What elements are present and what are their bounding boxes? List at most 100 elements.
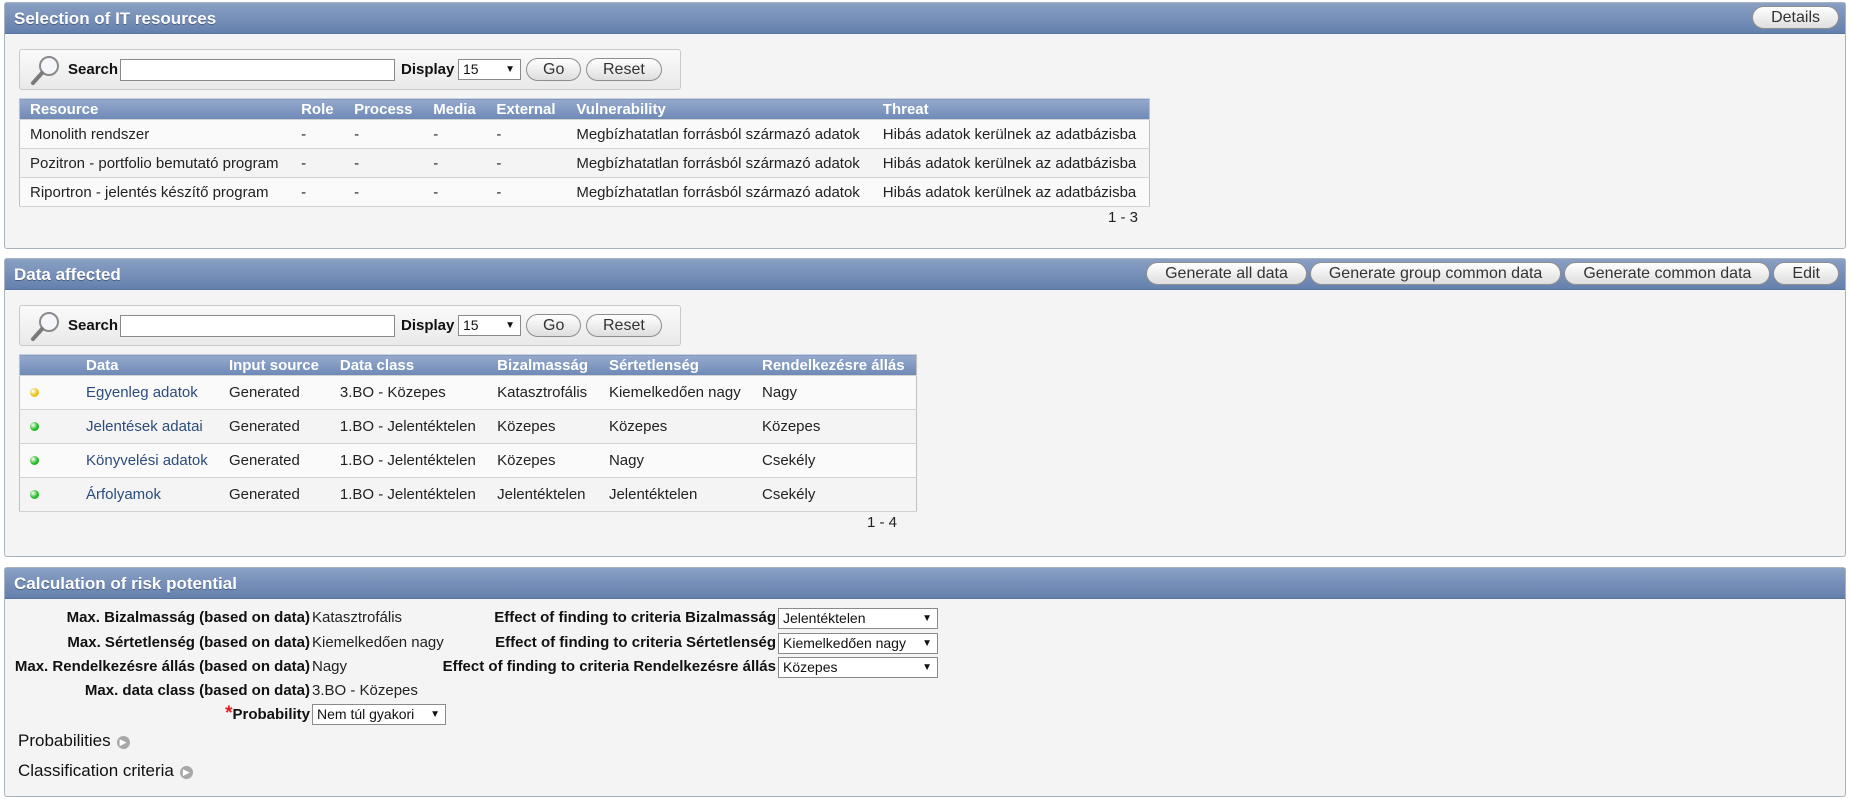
status-cell bbox=[19, 409, 76, 444]
status-dot-icon bbox=[30, 456, 39, 465]
cell-input-source: Generated bbox=[218, 409, 330, 444]
resources-header-buttons: Details bbox=[1752, 6, 1839, 29]
cell-process: - bbox=[344, 148, 424, 178]
probability-row: *Probability bbox=[225, 703, 310, 725]
col-data[interactable]: Data bbox=[76, 354, 219, 376]
cell-sertetlenseg: Közepes bbox=[598, 409, 752, 444]
data-table: Data Input source Data class Bizalmasság… bbox=[19, 354, 917, 512]
details-button[interactable]: Details bbox=[1752, 6, 1839, 29]
effect-sertetlenseg-select[interactable]: Kiemelkedően nagy ▼ bbox=[778, 633, 938, 654]
status-cell bbox=[19, 477, 76, 512]
generate-all-data-button[interactable]: Generate all data bbox=[1146, 262, 1307, 285]
chevron-down-icon: ▼ bbox=[505, 320, 515, 331]
effect-sertetlenseg-row: Effect of finding to criteria Sértetlens… bbox=[495, 634, 776, 651]
data-reset-button[interactable]: Reset bbox=[586, 314, 662, 337]
effect-rendelkezesre-row: Effect of finding to criteria Rendelkezé… bbox=[443, 658, 776, 675]
chevron-down-icon: ▼ bbox=[922, 662, 932, 673]
max-rendelkezesre-value: Nagy bbox=[312, 658, 348, 675]
cell-threat: Hibás adatok kerülnek az adatbázisba bbox=[872, 148, 1150, 178]
chevron-down-icon: ▼ bbox=[922, 638, 932, 649]
cell-input-source: Generated bbox=[218, 477, 330, 512]
max-dataclass-row: Max. data class (based on data) bbox=[85, 682, 310, 699]
cell-bizalmassag: Katasztrofális bbox=[487, 375, 599, 410]
data-link[interactable]: Egyenleg adatok bbox=[86, 384, 198, 401]
data-display-select[interactable]: 15 ▼ bbox=[458, 315, 521, 336]
col-rendelkezesre[interactable]: Rendelkezésre állás bbox=[751, 354, 917, 376]
data-go-button[interactable]: Go bbox=[526, 314, 582, 337]
col-external[interactable]: External bbox=[486, 98, 567, 120]
chevron-right-icon: ▶ bbox=[116, 736, 130, 749]
cell-resource: Monolith rendszer bbox=[19, 119, 292, 149]
max-bizalmassag-row: Max. Bizalmasság (based on data) bbox=[67, 609, 310, 626]
effect-rendelkezesre-value: Közepes bbox=[783, 659, 838, 675]
col-threat[interactable]: Threat bbox=[872, 98, 1150, 120]
probability-label: Probability bbox=[232, 706, 310, 723]
cell-external: - bbox=[486, 119, 567, 149]
status-cell bbox=[19, 443, 76, 478]
resources-region: Selection of IT resources Details Search… bbox=[4, 2, 1846, 249]
probability-value: Nem túl gyakori bbox=[317, 706, 415, 722]
effect-bizalmassag-select[interactable]: Jelentéktelen ▼ bbox=[778, 608, 938, 629]
resources-display-select[interactable]: 15 ▼ bbox=[458, 59, 521, 80]
col-vulnerability[interactable]: Vulnerability bbox=[566, 98, 873, 120]
cell-external: - bbox=[486, 177, 567, 207]
cell-resource: Pozitron - portfolio bemutató program bbox=[19, 148, 292, 178]
probabilities-toggle[interactable]: Probabilities ▶ bbox=[18, 731, 130, 751]
cell-rendelkezesre: Nagy bbox=[751, 375, 917, 410]
chevron-right-icon: ▶ bbox=[179, 766, 193, 779]
cell-threat: Hibás adatok kerülnek az adatbázisba bbox=[872, 177, 1150, 207]
generate-group-common-data-button[interactable]: Generate group common data bbox=[1309, 262, 1562, 285]
resources-region-header: Selection of IT resources Details bbox=[5, 3, 1845, 34]
cell-input-source: Generated bbox=[218, 443, 330, 478]
resources-search-label: Search bbox=[68, 61, 119, 78]
effect-bizalmassag-row: Effect of finding to criteria Bizalmassá… bbox=[494, 609, 776, 626]
effect-rendelkezesre-select[interactable]: Közepes ▼ bbox=[778, 657, 938, 678]
col-data-class[interactable]: Data class bbox=[329, 354, 488, 376]
magnifier-icon bbox=[31, 312, 59, 341]
resources-search-input[interactable] bbox=[120, 59, 395, 81]
resources-reset-button[interactable]: Reset bbox=[586, 58, 662, 81]
table-row: Riportron - jelentés készítő program - -… bbox=[19, 177, 1150, 207]
table-row: Árfolyamok Generated 1.BO - Jelentéktele… bbox=[19, 477, 917, 512]
col-input-source[interactable]: Input source bbox=[218, 354, 330, 376]
status-dot-icon bbox=[30, 388, 39, 397]
resources-region-title: Selection of IT resources bbox=[14, 9, 217, 28]
classification-criteria-toggle[interactable]: Classification criteria ▶ bbox=[18, 761, 193, 781]
max-sertetlenseg-value: Kiemelkedően nagy bbox=[312, 634, 444, 651]
cell-data: Árfolyamok bbox=[76, 477, 219, 512]
data-link[interactable]: Könyvelési adatok bbox=[86, 452, 208, 469]
col-bizalmassag[interactable]: Bizalmasság bbox=[487, 354, 599, 376]
magnifier-icon bbox=[31, 56, 59, 85]
chevron-down-icon: ▼ bbox=[430, 709, 440, 720]
col-resource[interactable]: Resource bbox=[19, 98, 292, 120]
probabilities-label: Probabilities bbox=[18, 731, 111, 750]
table-row: Pozitron - portfolio bemutató program - … bbox=[19, 148, 1150, 178]
generate-common-data-button[interactable]: Generate common data bbox=[1564, 262, 1771, 285]
max-sertetlenseg-row: Max. Sértetlenség (based on data) bbox=[67, 634, 310, 651]
probability-select[interactable]: Nem túl gyakori ▼ bbox=[312, 704, 446, 725]
cell-process: - bbox=[344, 177, 424, 207]
col-media[interactable]: Media bbox=[423, 98, 487, 120]
col-process[interactable]: Process bbox=[344, 98, 424, 120]
cell-vulnerability: Megbízhatatlan forrásból származó adatok bbox=[566, 148, 873, 178]
edit-button[interactable]: Edit bbox=[1773, 262, 1839, 285]
cell-role: - bbox=[291, 148, 345, 178]
data-search-label: Search bbox=[68, 317, 119, 334]
resources-go-button[interactable]: Go bbox=[526, 58, 582, 81]
data-search-input[interactable] bbox=[120, 315, 395, 337]
max-bizalmassag-label: Max. Bizalmasság (based on data) bbox=[66, 609, 310, 626]
data-affected-region: Data affected Generate all data Generate… bbox=[4, 258, 1846, 557]
cell-resource: Riportron - jelentés készítő program bbox=[19, 177, 292, 207]
table-row: Egyenleg adatok Generated 3.BO - Közepes… bbox=[19, 375, 917, 410]
col-role[interactable]: Role bbox=[291, 98, 345, 120]
cell-role: - bbox=[291, 119, 345, 149]
cell-data: Egyenleg adatok bbox=[76, 375, 219, 410]
data-link[interactable]: Jelentések adatai bbox=[86, 418, 203, 435]
data-link[interactable]: Árfolyamok bbox=[86, 486, 161, 503]
cell-sertetlenseg: Nagy bbox=[598, 443, 752, 478]
cell-rendelkezesre: Csekély bbox=[751, 443, 917, 478]
cell-media: - bbox=[423, 177, 487, 207]
max-rendelkezesre-row: Max. Rendelkezésre állás (based on data) bbox=[15, 658, 310, 675]
cell-threat: Hibás adatok kerülnek az adatbázisba bbox=[872, 119, 1150, 149]
col-sertetlenseg[interactable]: Sértetlenség bbox=[598, 354, 752, 376]
